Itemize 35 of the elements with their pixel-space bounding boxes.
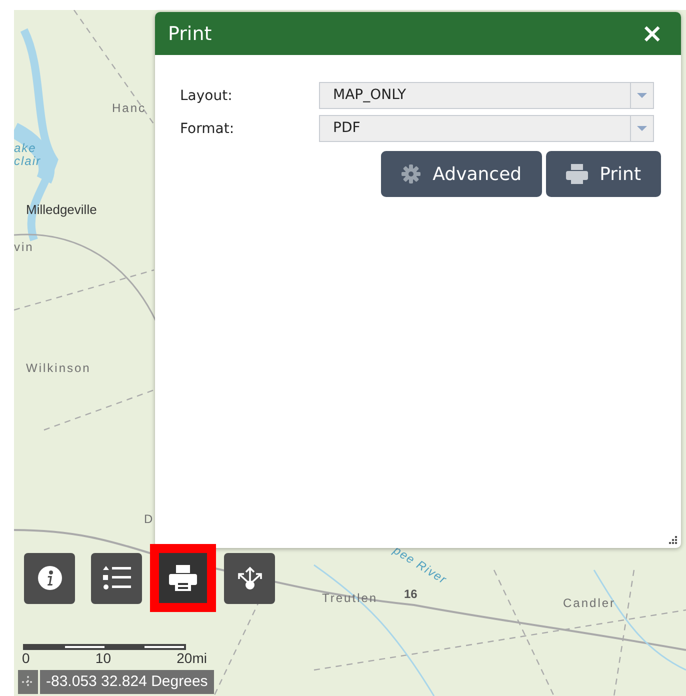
- info-icon: [38, 566, 62, 590]
- map-label: D: [144, 512, 154, 526]
- map-label: Wilkinson: [26, 361, 91, 375]
- map-label: Milledgeville: [26, 202, 97, 217]
- print-tool-button[interactable]: [150, 544, 216, 612]
- info-tool-button[interactable]: [24, 552, 75, 604]
- caret-icon: [637, 126, 647, 131]
- map-label: ake: [14, 141, 36, 155]
- map-label: Candler: [563, 596, 616, 610]
- scale-label: 10: [95, 650, 111, 666]
- map-label: clair: [14, 154, 42, 168]
- scale-label: 0: [22, 650, 30, 666]
- gear-icon: [400, 164, 421, 184]
- legend-tool-button[interactable]: [91, 552, 142, 604]
- share-icon: [236, 565, 264, 591]
- map-label: Hanc: [112, 101, 146, 115]
- advanced-button[interactable]: Advanced: [380, 151, 542, 197]
- map-label: vin: [14, 240, 34, 254]
- map-label: 16: [404, 587, 418, 601]
- dialog-title: Print: [168, 22, 212, 44]
- coordinates-readout: -83.053 32.824 Degrees: [40, 670, 214, 694]
- close-button[interactable]: ×: [641, 20, 663, 46]
- field-label: Format:: [180, 120, 236, 136]
- dropdown-field[interactable]: MAP_ONLY: [319, 82, 654, 109]
- share-tool-button[interactable]: [224, 552, 275, 604]
- scale-label: 20mi: [176, 650, 207, 666]
- map-label: Treutlen: [322, 591, 378, 605]
- print-button[interactable]: Print: [546, 151, 661, 197]
- dropdown-field[interactable]: PDF: [319, 115, 654, 142]
- printer-icon: [169, 565, 197, 591]
- printer-icon: [566, 164, 588, 184]
- list-icon: [102, 566, 130, 590]
- field-label: Layout:: [180, 88, 234, 104]
- caret-icon: [637, 93, 647, 98]
- resize-grip-icon[interactable]: [668, 535, 678, 545]
